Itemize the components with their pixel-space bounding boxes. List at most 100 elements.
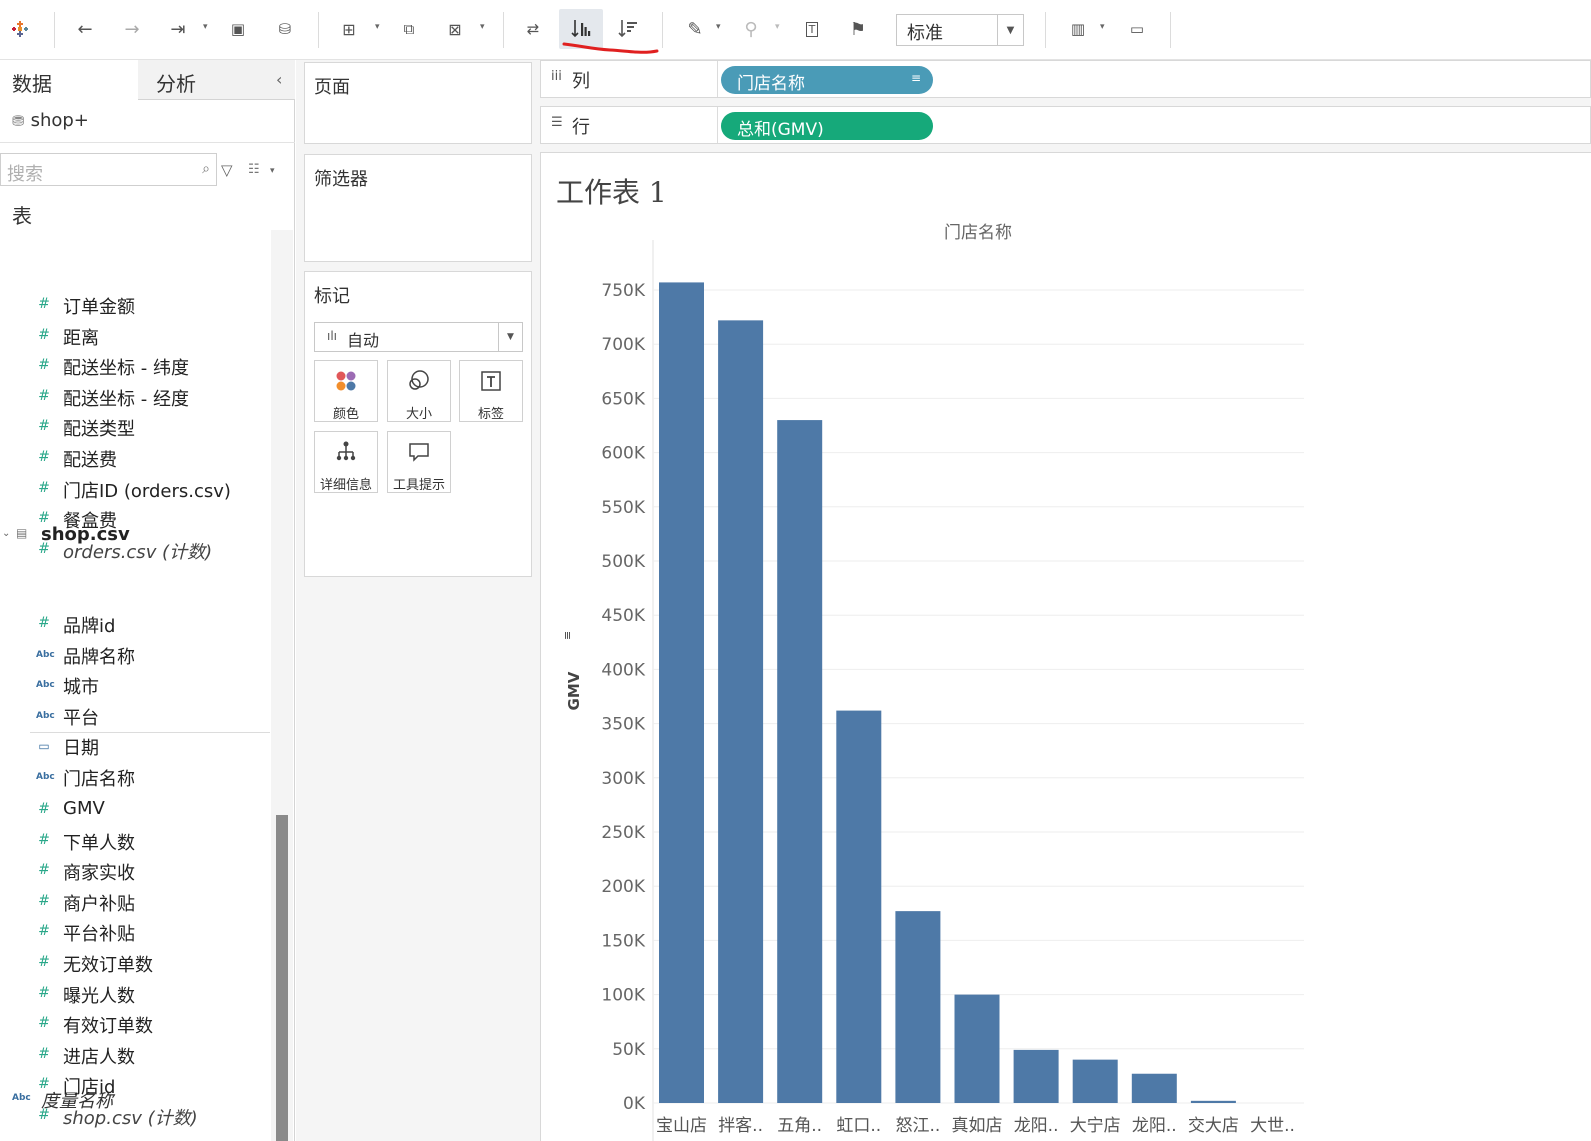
x-tick-label[interactable]: 大宁店 (1070, 1116, 1121, 1136)
field-item[interactable]: Abc 品牌名称 (0, 641, 270, 671)
columns-shelf[interactable]: iii 列 门店名称 ≡ (540, 60, 1591, 98)
save-icon[interactable]: ▣ (223, 14, 253, 44)
pin-icon[interactable]: ⚑ (843, 14, 873, 44)
chevron-down-icon[interactable]: ▾ (480, 22, 485, 32)
field-item[interactable]: ▭ 日期 (0, 732, 270, 762)
chevron-down-icon[interactable]: ▾ (775, 22, 780, 32)
mark-type-select[interactable]: ılı 自动 ▼ (314, 322, 523, 352)
x-tick-label[interactable]: 宝山店 (656, 1116, 707, 1136)
field-search-input[interactable]: 搜索 ⌕ (0, 153, 217, 186)
duplicate-sheet-icon[interactable]: ⧉ (394, 14, 424, 44)
view-options-icon[interactable]: ☷ (248, 162, 260, 177)
chevron-down-icon[interactable]: ▾ (203, 22, 208, 32)
tableau-logo-icon[interactable] (5, 14, 35, 44)
chevron-down-icon[interactable]: ▾ (716, 22, 721, 32)
rows-pill[interactable]: 总和(GMV) (721, 112, 933, 140)
bar[interactable] (1131, 1073, 1177, 1103)
x-tick-label[interactable]: 龙阳.. (1132, 1116, 1177, 1136)
field-item[interactable]: # 曝光人数 (0, 980, 270, 1010)
field-item[interactable]: # 下单人数 (0, 827, 270, 857)
field-item[interactable]: # 商家实收 (0, 857, 270, 887)
chevron-down-icon[interactable]: ▾ (375, 22, 380, 32)
field-item[interactable]: # 有效订单数 (0, 1010, 270, 1040)
new-datasource-icon[interactable]: ⛁ (270, 14, 300, 44)
field-item[interactable]: # 配送坐标 - 经度 (0, 383, 270, 413)
collapse-pane-icon[interactable]: ‹ (276, 70, 282, 89)
field-item[interactable]: Abc 城市 (0, 671, 270, 701)
new-sheet-icon[interactable]: ⊞ (334, 14, 364, 44)
tab-analysis[interactable]: 分析 (138, 60, 295, 100)
field-item[interactable]: # shop.csv (计数) (0, 1102, 270, 1132)
x-tick-label[interactable]: 虹口.. (836, 1116, 881, 1136)
x-tick-label[interactable]: 龙阳.. (1014, 1116, 1059, 1136)
field-item[interactable]: # 配送类型 (0, 413, 270, 443)
field-item[interactable]: # 进店人数 (0, 1041, 270, 1071)
swap-icon[interactable]: ⇄ (518, 14, 548, 44)
detail-mark-button[interactable]: 详细信息 (314, 431, 378, 493)
bar-chart[interactable]: 门店名称 0K 50K 100K 150K 200K 250K 300K 350K 400K 450… (541, 213, 1591, 1141)
x-tick-label[interactable]: 五角.. (777, 1116, 822, 1136)
filter-icon[interactable]: ▽ (221, 161, 233, 179)
x-tick-label[interactable]: 交大店 (1188, 1116, 1239, 1136)
undo-icon[interactable]: ← (70, 14, 100, 44)
group-icon[interactable]: ⚲ (736, 14, 766, 44)
field-label: 日期 (63, 738, 99, 760)
field-item[interactable]: # GMV (0, 796, 270, 826)
x-tick-label[interactable]: 大世.. (1250, 1116, 1295, 1136)
highlight-icon[interactable]: ✎ (680, 14, 710, 44)
field-item[interactable]: # 商户补贴 (0, 888, 270, 918)
bar[interactable] (777, 420, 823, 1103)
bar[interactable] (1072, 1059, 1118, 1103)
x-tick-label[interactable]: 拌客.. (718, 1116, 763, 1136)
search-icon[interactable]: ⌕ (202, 161, 210, 177)
bar[interactable] (659, 282, 704, 1103)
fit-view-select[interactable]: 标准 ▼ (896, 14, 1024, 46)
field-item[interactable]: # 配送坐标 - 纬度 (0, 352, 270, 382)
bar[interactable] (895, 911, 941, 1103)
label-mark-button[interactable]: 标签 (459, 360, 523, 422)
tooltip-mark-button[interactable]: 工具提示 (387, 431, 451, 493)
field-item[interactable]: # 配送费 (0, 444, 270, 474)
show-labels-icon[interactable]: T (797, 14, 827, 44)
bar[interactable] (718, 320, 764, 1103)
presentation-icon[interactable]: ▭ (1122, 14, 1152, 44)
bar[interactable] (836, 710, 882, 1103)
bar[interactable] (954, 994, 1000, 1103)
chevron-down-icon[interactable]: ▾ (1100, 22, 1105, 32)
chevron-down-icon[interactable]: ▼ (498, 323, 522, 351)
mark-label: 颜色 (332, 407, 359, 422)
chevron-down-icon[interactable]: ▼ (997, 15, 1023, 45)
filters-card[interactable]: 筛选器 (304, 154, 532, 262)
field-item[interactable]: # 距离 (0, 322, 270, 352)
field-item[interactable]: # 品牌id (0, 610, 270, 640)
sort-indicator-icon[interactable]: ≡ (561, 631, 574, 640)
clear-sheet-icon[interactable]: ⊠ (440, 14, 470, 44)
field-item[interactable]: # 平台补贴 (0, 918, 270, 948)
field-item[interactable]: # 餐盒费 (0, 505, 270, 535)
pages-card[interactable]: 页面 (304, 62, 532, 144)
tab-data[interactable]: 数据 (0, 60, 138, 100)
columns-pill[interactable]: 门店名称 ≡ (721, 66, 933, 94)
redo-icon[interactable]: → (117, 14, 147, 44)
replay-icon[interactable]: ⇥ (163, 14, 193, 44)
field-item[interactable]: # 门店id (0, 1071, 270, 1101)
field-item[interactable]: # orders.csv (计数) (0, 536, 270, 566)
rows-shelf[interactable]: ☰ 行 总和(GMV) (540, 106, 1591, 144)
field-item[interactable]: # 订单金额 (0, 291, 270, 321)
chevron-down-icon[interactable]: ▾ (270, 166, 275, 176)
x-tick-label[interactable]: 怒江.. (895, 1116, 940, 1136)
color-mark-button[interactable]: 颜色 (314, 360, 378, 422)
sheet-title[interactable]: 工作表 1 (556, 171, 667, 211)
bar[interactable] (1190, 1100, 1236, 1103)
scrollbar-thumb[interactable] (276, 815, 288, 1141)
field-label: 品牌id (63, 616, 116, 637)
bar[interactable] (1013, 1049, 1059, 1103)
x-tick-label[interactable]: 真如店 (952, 1116, 1003, 1136)
field-item[interactable]: # 无效订单数 (0, 949, 270, 979)
field-item[interactable]: # 门店ID (orders.csv) (0, 475, 270, 505)
field-item[interactable]: Abc 平台 (0, 702, 270, 732)
datasource-item[interactable]: ⛃ shop+ (12, 110, 89, 131)
size-mark-button[interactable]: 大小 (387, 360, 451, 422)
show-me-icon[interactable]: ▥ (1063, 14, 1093, 44)
field-item[interactable]: Abc 门店名称 (0, 763, 270, 793)
